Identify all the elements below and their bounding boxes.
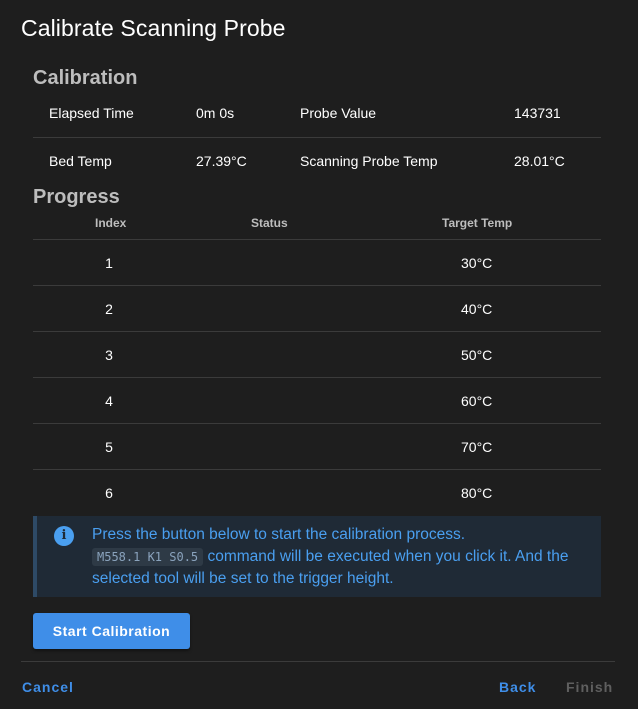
row-target-temp: 50°C: [461, 347, 493, 363]
table-row: 3 50°C: [33, 332, 601, 378]
row-target-temp: 60°C: [461, 393, 493, 409]
finish-button: Finish: [566, 679, 614, 695]
info-alert: i Press the button below to start the ca…: [33, 516, 601, 597]
table-row: 2 40°C: [33, 286, 601, 332]
calibration-heading: Calibration: [33, 67, 138, 89]
calibration-table: Elapsed Time 0m 0s Probe Value 143731 Be…: [33, 90, 601, 185]
info-line-1: Press the button below to start the cali…: [92, 526, 466, 543]
table-row: 1 30°C: [33, 240, 601, 286]
column-header-target-temp: Target Temp: [442, 216, 513, 230]
gcode-command: M558.1 K1 S0.5: [92, 548, 204, 566]
calibration-row: Bed Temp 27.39°C Scanning Probe Temp 28.…: [33, 138, 601, 185]
row-index: 5: [105, 439, 113, 455]
probe-value-label: Probe Value: [300, 105, 377, 121]
scanning-probe-temp-value: 28.01°C: [514, 153, 565, 169]
calibration-row: Elapsed Time 0m 0s Probe Value 143731: [33, 90, 601, 138]
row-index: 1: [105, 255, 113, 271]
table-row: 6 80°C: [33, 470, 601, 515]
dialog-title: Calibrate Scanning Probe: [21, 15, 286, 41]
info-text: Press the button below to start the cali…: [92, 524, 592, 590]
info-icon: i: [54, 526, 74, 546]
row-target-temp: 70°C: [461, 439, 493, 455]
progress-heading: Progress: [33, 186, 120, 208]
start-calibration-button[interactable]: Start Calibration: [33, 613, 190, 649]
row-index: 3: [105, 347, 113, 363]
row-index: 6: [105, 485, 113, 501]
column-header-status: Status: [251, 216, 288, 230]
row-target-temp: 80°C: [461, 485, 493, 501]
calibrate-dialog: Calibrate Scanning Probe Calibration Ela…: [0, 0, 638, 709]
bed-temp-value: 27.39°C: [196, 153, 247, 169]
row-index: 4: [105, 393, 113, 409]
row-index: 2: [105, 301, 113, 317]
table-row: 5 70°C: [33, 424, 601, 470]
cancel-button[interactable]: Cancel: [22, 679, 74, 695]
column-header-index: Index: [95, 216, 127, 230]
row-target-temp: 30°C: [461, 255, 493, 271]
scanning-probe-temp-label: Scanning Probe Temp: [300, 153, 438, 169]
progress-table-header: Index Status Target Temp: [33, 214, 601, 240]
back-button[interactable]: Back: [499, 679, 536, 695]
row-target-temp: 40°C: [461, 301, 493, 317]
footer-divider: [21, 661, 615, 662]
elapsed-time-label: Elapsed Time: [49, 105, 134, 121]
elapsed-time-value: 0m 0s: [196, 105, 235, 121]
table-row: 4 60°C: [33, 378, 601, 424]
bed-temp-label: Bed Temp: [49, 153, 112, 169]
probe-value: 143731: [514, 105, 561, 121]
progress-table-body: 1 30°C 2 40°C 3 50°C 4 60°C 5 70°C 6 80°…: [33, 240, 601, 515]
